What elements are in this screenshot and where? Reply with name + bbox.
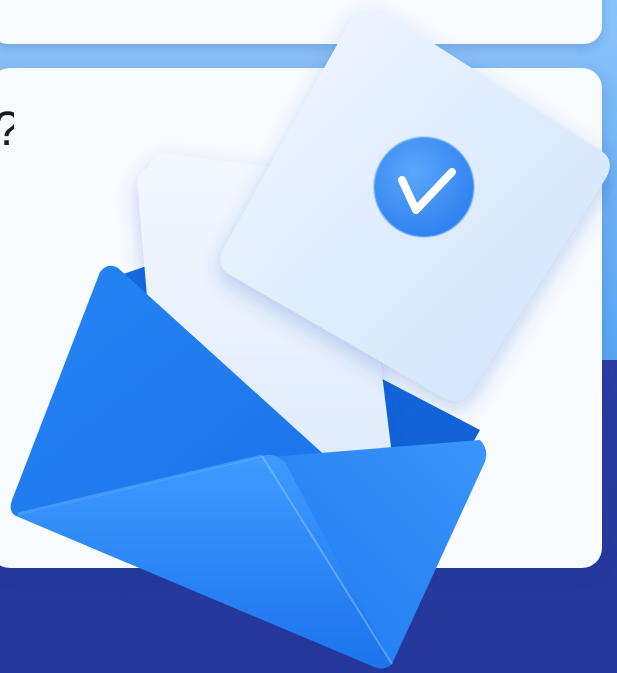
illustration-stage: ?: [0, 0, 617, 673]
envelope-illustration: [10, 9, 610, 669]
checkmark-icon: [373, 136, 475, 238]
